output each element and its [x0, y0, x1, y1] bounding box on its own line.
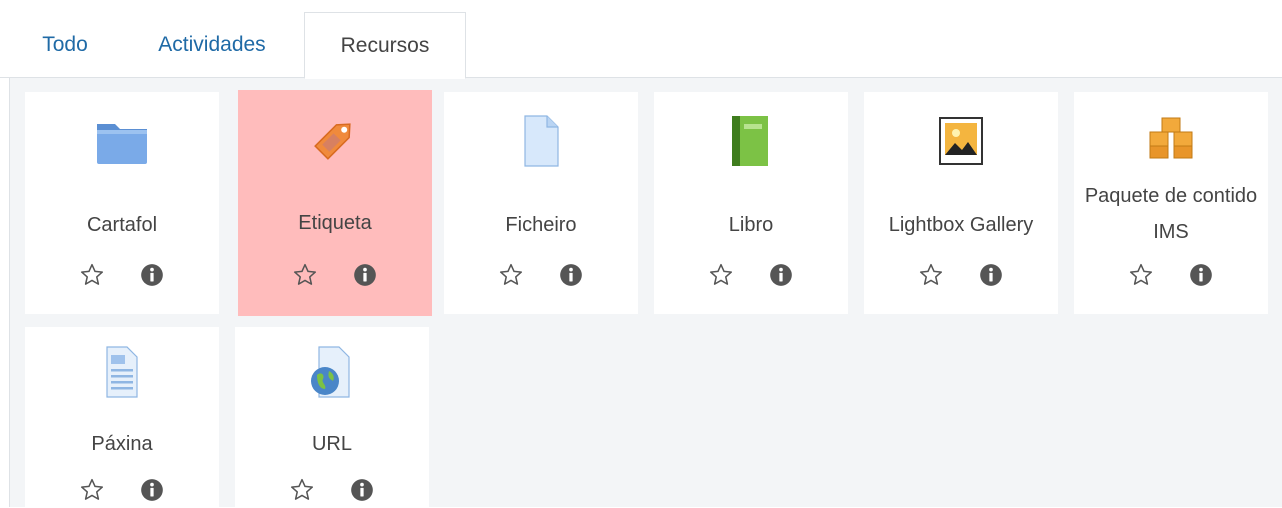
resource-label: Lightbox Gallery [888, 214, 1034, 236]
resource-actions [1074, 262, 1268, 290]
folder-icon [25, 114, 219, 168]
tab-recursos[interactable]: Recursos [304, 12, 466, 79]
info-icon[interactable] [558, 262, 584, 288]
resource-card-ficheiro[interactable]: Ficheiro [444, 92, 638, 314]
info-icon[interactable] [1188, 262, 1214, 288]
url-icon [235, 345, 429, 399]
resource-label: Ficheiro [505, 214, 577, 236]
image-icon [864, 114, 1058, 168]
resource-card-url[interactable]: URL [235, 327, 429, 507]
resources-panel: Cartafol Etiqueta Ficheiro Libro Lightbo… [9, 78, 1282, 507]
tag-icon [238, 112, 432, 166]
tab-todo[interactable]: Todo [20, 12, 110, 77]
resource-card-libro[interactable]: Libro [654, 92, 848, 314]
resource-card-paquete-ims[interactable]: Paquete de contido IMS [1074, 92, 1268, 314]
resource-card-cartafol[interactable]: Cartafol [25, 92, 219, 314]
star-icon[interactable] [498, 262, 524, 288]
resource-actions [235, 477, 429, 505]
resource-actions [444, 262, 638, 290]
resource-label: Cartafol [86, 214, 158, 236]
resource-actions [864, 262, 1058, 290]
tab-actividades[interactable]: Actividades [132, 12, 292, 77]
star-icon[interactable] [289, 477, 315, 503]
info-icon[interactable] [349, 477, 375, 503]
book-icon [654, 114, 848, 168]
resource-actions [238, 262, 432, 290]
resource-label: URL [311, 433, 352, 455]
info-icon[interactable] [768, 262, 794, 288]
resource-label: Libro [728, 214, 774, 236]
star-icon[interactable] [1128, 262, 1154, 288]
package-icon [1074, 114, 1268, 168]
info-icon[interactable] [139, 262, 165, 288]
star-icon[interactable] [79, 262, 105, 288]
page-icon [25, 345, 219, 399]
resource-label: Páxina [91, 433, 153, 455]
info-icon[interactable] [352, 262, 378, 288]
star-icon[interactable] [79, 477, 105, 503]
resource-label: Etiqueta [298, 212, 372, 234]
info-icon[interactable] [139, 477, 165, 503]
resource-actions [25, 262, 219, 290]
star-icon[interactable] [708, 262, 734, 288]
star-icon[interactable] [918, 262, 944, 288]
info-icon[interactable] [978, 262, 1004, 288]
resource-actions [25, 477, 219, 505]
resource-card-etiqueta[interactable]: Etiqueta [238, 90, 432, 316]
star-icon[interactable] [292, 262, 318, 288]
resource-card-lightbox-gallery[interactable]: Lightbox Gallery [864, 92, 1058, 314]
resource-label: Paquete de contido IMS [1084, 185, 1258, 243]
resource-actions [654, 262, 848, 290]
resource-card-paxina[interactable]: Páxina [25, 327, 219, 507]
file-icon [444, 114, 638, 168]
tab-bar: Todo Actividades Recursos [0, 0, 1282, 79]
